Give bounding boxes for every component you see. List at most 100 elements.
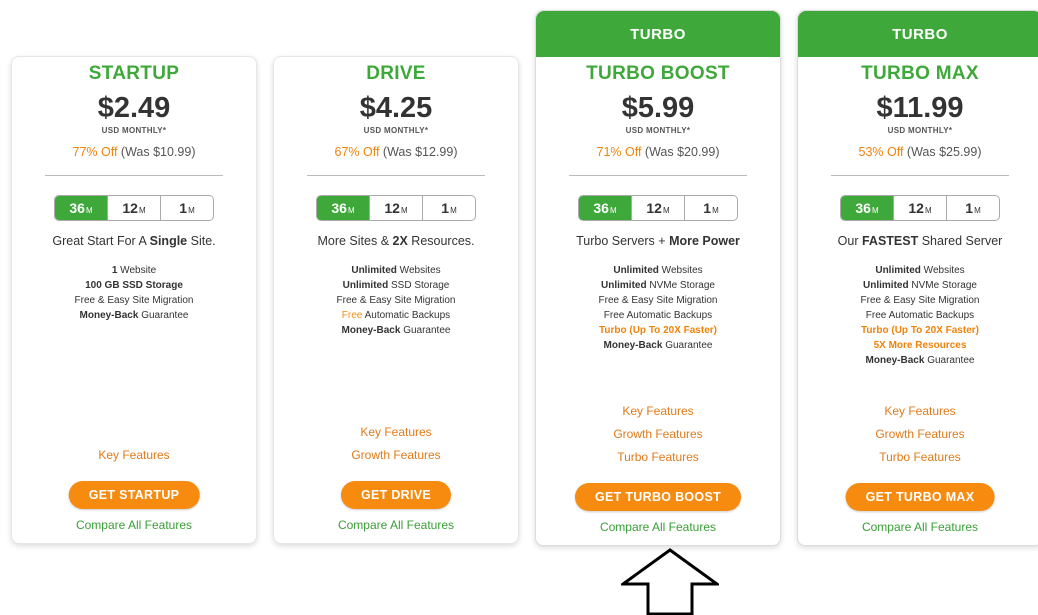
plan-body: TURBO BOOST $5.99 USD MONTHLY* 71% Off (Was… (536, 57, 780, 545)
term-option-12m[interactable]: 12M (631, 196, 684, 220)
term-unit: M (450, 206, 457, 215)
feature-item: Free Automatic Backups (798, 308, 1038, 323)
divider (569, 175, 747, 176)
tagline-part: Our (837, 234, 862, 248)
term-option-36m[interactable]: 36M (317, 196, 369, 220)
feature-text: Guarantee (924, 355, 975, 366)
feature-text: Money-Back (865, 355, 925, 366)
term-value: 36 (69, 200, 85, 216)
feature-item: Free & Easy Site Migration (536, 293, 780, 308)
feature-item: Free & Easy Site Migration (798, 293, 1038, 308)
plan-price: $2.49 (97, 92, 171, 124)
plan-tagline: More Sites & 2X Resources. (274, 234, 518, 248)
term-unit: M (188, 206, 195, 215)
feature-item: Money-Back Guarantee (798, 353, 1038, 368)
term-option-1m[interactable]: 1M (946, 196, 999, 220)
feature-item: 100 GB SSD Storage (12, 278, 256, 293)
compare-all-features-link[interactable]: Compare All Features (12, 518, 256, 532)
feature-list: 1 Website 100 GB SSD Storage Free & Easy S… (12, 263, 256, 323)
tagline-part: More Sites & (317, 234, 393, 248)
feature-text: Unlimited (351, 265, 397, 276)
tagline-part: Site. (187, 234, 216, 248)
feature-text: 5X More Resources (873, 340, 967, 351)
turbo-features-link[interactable]: Turbo Features (536, 446, 780, 469)
plan-period: USD MONTHLY* (101, 126, 167, 135)
divider (45, 175, 223, 176)
key-features-link[interactable]: Key Features (274, 421, 518, 444)
plan-body: STARTUP $2.49 USD MONTHLY* 77% Off (Was $10… (12, 57, 256, 543)
compare-all-features-link[interactable]: Compare All Features (798, 520, 1038, 534)
term-unit: M (347, 206, 355, 215)
get-turbo-max-button[interactable]: GET TURBO MAX (845, 483, 995, 511)
term-value: 1 (703, 200, 712, 216)
feature-text: Free Automatic Backups (603, 310, 713, 321)
term-option-12m[interactable]: 12M (369, 196, 422, 220)
feature-text: Automatic Backups (362, 310, 451, 321)
plan-banner: TURBO (798, 11, 1038, 57)
growth-features-link[interactable]: Growth Features (798, 423, 1038, 446)
discount-percent: 77% Off (72, 145, 118, 159)
turbo-features-link[interactable]: Turbo Features (798, 446, 1038, 469)
feature-item: Free Automatic Backups (536, 308, 780, 323)
term-option-36m[interactable]: 36M (841, 196, 893, 220)
plan-price: $4.25 (359, 92, 433, 124)
term-option-1m[interactable]: 1M (160, 196, 213, 220)
tagline-part: More Power (669, 234, 740, 248)
plan-tagline: Our FASTEST Shared Server (798, 234, 1038, 248)
compare-all-features-link[interactable]: Compare All Features (536, 520, 780, 534)
plan-price: $5.99 (621, 92, 695, 124)
get-startup-button[interactable]: GET STARTUP (68, 481, 200, 509)
discount-percent: 71% Off (596, 145, 642, 159)
compare-all-features-link[interactable]: Compare All Features (274, 518, 518, 532)
feature-text: Guarantee (138, 310, 189, 321)
feature-text: Turbo (Up To 20X Faster) (599, 325, 717, 336)
term-value: 36 (855, 200, 871, 216)
growth-features-link[interactable]: Growth Features (274, 444, 518, 467)
term-option-1m[interactable]: 1M (684, 196, 737, 220)
term-unit: M (400, 206, 408, 215)
feature-text: Free & Easy Site Migration (74, 295, 194, 306)
tagline-part: 2X (392, 234, 408, 248)
get-drive-button[interactable]: GET DRIVE (340, 481, 452, 509)
term-option-12m[interactable]: 12M (893, 196, 946, 220)
term-option-12m[interactable]: 12M (107, 196, 160, 220)
feature-item: Free & Easy Site Migration (12, 293, 256, 308)
feature-list: Unlimited Websites Unlimited NVMe Storage… (536, 263, 780, 353)
discount-was-price: (Was $25.99) (906, 145, 982, 159)
term-value: 12 (122, 200, 138, 216)
divider (307, 175, 485, 176)
growth-features-link[interactable]: Growth Features (536, 423, 780, 446)
discount-was-price: (Was $12.99) (382, 145, 458, 159)
get-turbo-boost-button[interactable]: GET TURBO BOOST (574, 483, 742, 511)
term-value: 1 (965, 200, 974, 216)
term-unit: M (974, 206, 981, 215)
plan-period: USD MONTHLY* (887, 126, 953, 135)
term-value: 36 (331, 200, 347, 216)
plan-period: USD MONTHLY* (625, 126, 691, 135)
feature-list: Unlimited Websites Unlimited SSD Storage F… (274, 263, 518, 338)
feature-item: 1 Website (12, 263, 256, 278)
feature-text: Unlimited (613, 265, 659, 276)
feature-text: Guarantee (662, 340, 713, 351)
key-features-link[interactable]: Key Features (12, 444, 256, 467)
discount-percent: 53% Off (858, 145, 904, 159)
feature-text: Websites (396, 265, 441, 276)
feature-text: Websites (658, 265, 703, 276)
term-selector: 36M 12M 1M (840, 195, 1000, 221)
feature-item: Money-Back Guarantee (12, 308, 256, 323)
feature-text: Unlimited (601, 280, 647, 291)
discount-was-price: (Was $10.99) (120, 145, 196, 159)
term-option-36m[interactable]: 36M (55, 196, 107, 220)
feature-text: Free & Easy Site Migration (860, 295, 980, 306)
term-option-36m[interactable]: 36M (579, 196, 631, 220)
feature-item: Turbo (Up To 20X Faster) (536, 323, 780, 338)
feature-item: Unlimited NVMe Storage (536, 278, 780, 293)
term-unit: M (712, 206, 719, 215)
plan-card-turbo-boost: TURBO TURBO BOOST $5.99 USD MONTHLY* 71% Off… (535, 10, 781, 546)
term-option-1m[interactable]: 1M (422, 196, 475, 220)
key-features-link[interactable]: Key Features (798, 400, 1038, 423)
feature-text: Free (341, 310, 363, 321)
key-features-link[interactable]: Key Features (536, 400, 780, 423)
term-value: 12 (908, 200, 924, 216)
feature-text: Unlimited (342, 280, 389, 291)
